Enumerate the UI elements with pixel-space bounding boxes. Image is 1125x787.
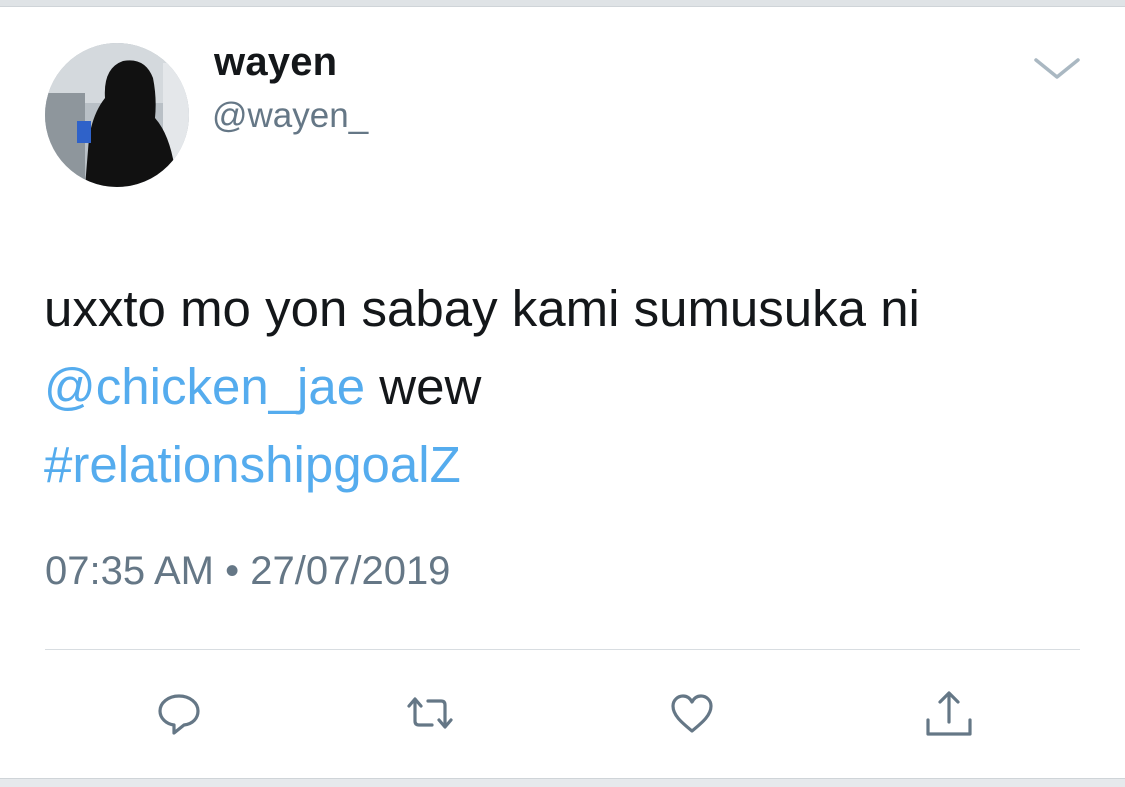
reply-icon [158,694,200,735]
like-button[interactable] [667,688,717,738]
display-name[interactable]: wayen [214,40,337,85]
hashtag-link[interactable]: #relationshipgoalZ [44,436,461,493]
divider [45,649,1080,650]
tweet-text: uxxto mo yon sabay kami sumusuka ni @chi… [44,270,1084,504]
share-button[interactable] [923,686,973,736]
avatar[interactable] [45,43,189,187]
bottom-border [0,778,1125,787]
mention-link[interactable]: @chicken_jae [44,358,365,415]
retweet-icon [407,697,453,729]
user-handle[interactable]: @wayen_ [212,96,368,136]
tweet-body-text-end: wew [365,358,482,415]
avatar-photo [45,43,189,187]
tweet-body-text: uxxto mo yon sabay kami sumusuka ni [44,280,920,337]
timestamp[interactable]: 07:35 AM • 27/07/2019 [45,549,450,594]
share-icon [926,691,972,736]
heart-icon [671,694,713,733]
reply-button[interactable] [154,688,204,738]
chevron-down-icon[interactable] [1030,50,1084,86]
top-border [0,0,1125,7]
retweet-button[interactable] [405,688,455,738]
